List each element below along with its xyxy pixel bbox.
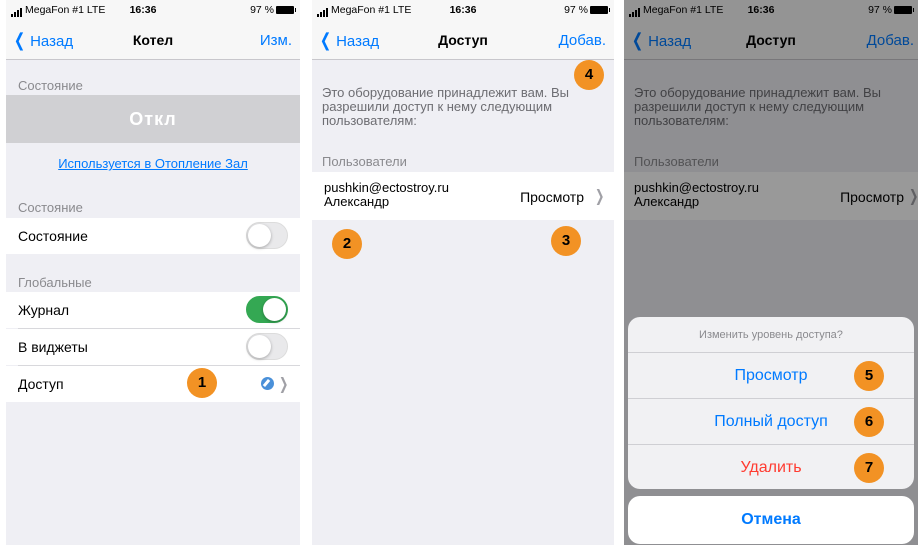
step-badge-2: 2 — [332, 229, 362, 259]
status-bar: MegaFon #1 LTE 16:36 97 % — [6, 0, 300, 20]
page-title: Котел — [132, 32, 174, 48]
journal-label: Журнал — [18, 302, 70, 318]
switch-knob — [248, 335, 271, 358]
widgets-row: В виджеты — [6, 329, 300, 365]
step-badge-7: 7 — [854, 453, 884, 483]
journal-row: Журнал — [6, 292, 300, 328]
screen-access-actions: MegaFon #1 LTE 16:36 97 % ❮ Назад Доступ … — [624, 0, 918, 545]
step-badge-6: 6 — [854, 407, 884, 437]
section-header-state-2: Состояние — [18, 200, 83, 215]
add-button[interactable]: Добав. — [559, 32, 606, 49]
journal-switch[interactable] — [246, 296, 288, 323]
chevron-right-icon: ❯ — [594, 188, 604, 205]
battery-label: 97 % — [564, 4, 588, 16]
widgets-switch[interactable] — [246, 333, 288, 360]
nav-bar: ❮ Назад Доступ Добав. — [312, 20, 614, 60]
battery-icon — [276, 6, 296, 14]
used-in-link[interactable]: Используется в Отопление Зал — [6, 156, 300, 171]
user-access-level: Просмотр — [520, 189, 584, 205]
step-badge-1: 1 — [187, 368, 217, 398]
access-row[interactable]: Доступ ❯ — [6, 366, 300, 402]
state-label: Состояние — [18, 228, 88, 244]
switch-knob — [263, 298, 286, 321]
nav-bar: ❮ Назад Котел Изм. — [6, 20, 300, 60]
switch-knob — [248, 224, 271, 247]
section-header-state: Состояние — [18, 78, 83, 93]
state-switch[interactable] — [246, 222, 288, 249]
delete-access-option[interactable]: Удалить 7 — [628, 445, 914, 489]
user-email: pushkin@ectostroy.ru — [324, 180, 449, 195]
edit-button[interactable]: Изм. — [260, 32, 292, 49]
chevron-right-icon: ❯ — [278, 376, 288, 393]
state-row: Состояние — [6, 218, 300, 254]
status-bar: MegaFon #1 LTE 16:36 97 % — [312, 0, 614, 20]
edit-pencil-icon — [261, 377, 274, 390]
ownership-info: Это оборудование принадлежит вам. Вы раз… — [322, 85, 570, 128]
state-display: Откл — [6, 95, 300, 143]
section-header-users: Пользователи — [322, 154, 407, 169]
section-header-global: Глобальные — [18, 275, 92, 290]
user-name: Александр — [324, 194, 390, 209]
screen-access: MegaFon #1 LTE 16:36 97 % ❮ Назад Доступ … — [312, 0, 614, 545]
widgets-label: В виджеты — [18, 339, 88, 355]
full-access-option[interactable]: Полный доступ 6 — [628, 399, 914, 445]
step-badge-3: 3 — [551, 226, 581, 256]
action-sheet-title: Изменить уровень доступа? — [628, 317, 914, 353]
action-sheet: Изменить уровень доступа? Просмотр 5 Пол… — [628, 317, 914, 489]
view-access-option[interactable]: Просмотр 5 — [628, 353, 914, 399]
battery-label: 97 % — [250, 4, 274, 16]
user-row[interactable]: pushkin@ectostroy.ru Александр Просмотр … — [312, 172, 614, 220]
step-badge-5: 5 — [854, 361, 884, 391]
access-label: Доступ — [18, 376, 64, 392]
battery-icon — [590, 6, 610, 14]
screen-boiler: MegaFon #1 LTE 16:36 97 % ❮ Назад Котел И… — [6, 0, 300, 545]
cancel-button[interactable]: Отмена — [628, 496, 914, 544]
